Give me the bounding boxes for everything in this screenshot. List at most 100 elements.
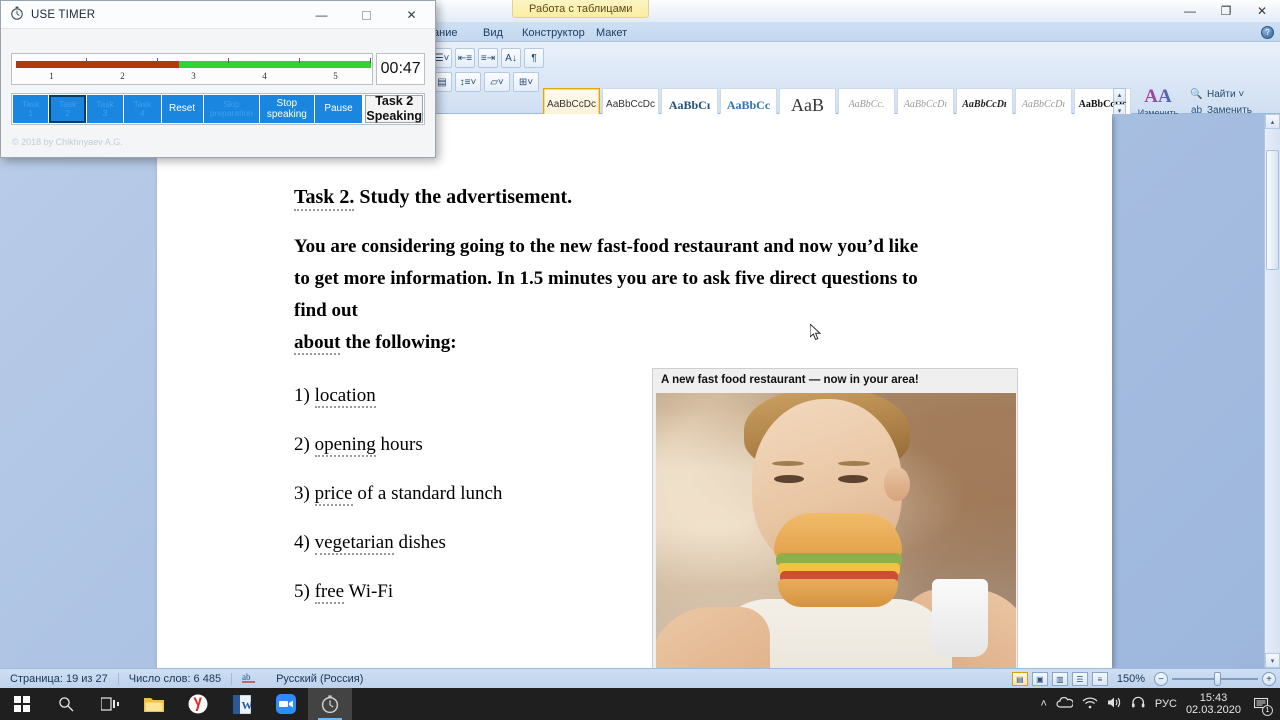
print-layout-icon[interactable]: ▤ xyxy=(1011,672,1028,686)
timer-buttons-panel: Task 1 Task 2 Task 3 Task 4 Reset Skip p… xyxy=(11,93,425,125)
timer-reset-button[interactable]: Reset xyxy=(161,95,203,123)
binoculars-icon: 🔍 xyxy=(1190,88,1203,100)
zoom-in-button[interactable]: + xyxy=(1262,672,1276,686)
paragraph-group: ☰˅ ⇤≡ ≡⇥ A↓ ¶ ▤ ↕≡˅ ▱˅ ⊞˅ xyxy=(432,46,544,104)
task-paragraph-line-4: about the following: xyxy=(294,328,1054,358)
decrease-indent-icon[interactable]: ⇤≡ xyxy=(455,48,475,68)
draft-icon[interactable]: ≡ xyxy=(1091,672,1108,686)
timer-task-2-button[interactable]: Task 2 xyxy=(49,95,86,123)
timer-pause-button[interactable]: Pause xyxy=(314,95,363,123)
volume-icon[interactable] xyxy=(1107,696,1122,712)
timer-task-3-button[interactable]: Task 3 xyxy=(86,95,124,123)
burger-top-bun xyxy=(774,513,902,557)
tray-chevron-icon[interactable]: ˄ xyxy=(1040,698,1046,710)
taskbar-app-use-timer[interactable] xyxy=(308,688,352,720)
word-minimize-button[interactable]: — xyxy=(1172,0,1208,22)
boy-eyebrow-left xyxy=(772,461,804,466)
tray-clock[interactable]: 15:43 02.03.2020 xyxy=(1186,692,1241,716)
sort-icon[interactable]: A↓ xyxy=(501,48,521,68)
timer-stop-speaking-button[interactable]: Stop speaking xyxy=(260,95,314,123)
zoom-slider[interactable] xyxy=(1172,672,1258,686)
web-layout-icon[interactable]: ▥ xyxy=(1051,672,1068,686)
timer-title: USE TIMER xyxy=(31,8,96,21)
timer-task-1-button[interactable]: Task 1 xyxy=(13,95,49,123)
timer-status-display: Task 2 Speaking xyxy=(365,94,423,123)
word-tab-3[interactable]: Макет xyxy=(588,24,635,42)
zoom-level[interactable]: 150% xyxy=(1112,673,1150,685)
zoom-slider-knob[interactable] xyxy=(1214,672,1221,686)
increase-indent-icon[interactable]: ≡⇥ xyxy=(478,48,498,68)
topic-keyword: free xyxy=(314,581,345,604)
zoom-out-button[interactable]: − xyxy=(1154,672,1168,686)
topic-rest: dishes xyxy=(393,532,446,553)
language-indicator[interactable]: Русский (Россия) xyxy=(266,673,373,685)
help-icon[interactable]: ? xyxy=(1261,26,1274,39)
topic-keyword: price xyxy=(314,483,353,506)
word-maximize-button[interactable]: ❐ xyxy=(1208,0,1244,22)
style-sample: AaBbCcDc xyxy=(547,99,596,110)
style-sample: AaBbCcDc xyxy=(606,99,655,110)
progress-tick-label-2: 2 xyxy=(120,71,125,81)
search-icon[interactable] xyxy=(44,688,88,720)
scroll-down-button[interactable]: ▾ xyxy=(1265,653,1280,668)
word-status-bar: Страница: 19 из 27 Число слов: 6 485 ab … xyxy=(0,668,1280,688)
editing-item-0[interactable]: 🔍 Найти ˅ xyxy=(1190,86,1278,102)
timer-progress-bar xyxy=(16,61,371,68)
style-sample: AaBbCc xyxy=(726,98,771,112)
scroll-up-button[interactable]: ▴ xyxy=(1265,114,1280,129)
outline-icon[interactable]: ☰ xyxy=(1071,672,1088,686)
timer-task-4-button[interactable]: Task 4 xyxy=(124,95,161,123)
paragraph-row-2: ▤ ↕≡˅ ▱˅ ⊞˅ xyxy=(432,72,539,92)
line-spacing-icon[interactable]: ↕≡˅ xyxy=(455,72,481,92)
tray-time: 15:43 xyxy=(1199,692,1228,704)
task-paragraph-line-3: find out xyxy=(294,300,358,321)
timer-progress-panel: 1 2 3 4 5 00:47 xyxy=(11,53,425,85)
task-view-icon[interactable] xyxy=(88,688,132,720)
advertisement-caption: A new fast food restaurant — now in your… xyxy=(653,369,1017,391)
about-word: about xyxy=(294,332,341,355)
document-page[interactable]: Task 2. Study the advertisement. You are… xyxy=(157,114,1112,668)
windows-start-icon[interactable] xyxy=(0,688,44,720)
timer-maximize-button[interactable] xyxy=(344,1,389,29)
topic-rest: hours xyxy=(375,434,423,455)
taskbar-app-microsoft-word[interactable]: W xyxy=(220,688,264,720)
topic-number: 5) xyxy=(294,581,315,602)
wifi-icon[interactable] xyxy=(1082,696,1098,712)
tray-language[interactable]: РУС xyxy=(1155,698,1177,710)
boy-eye-right xyxy=(838,475,868,483)
word-tab-1[interactable]: Вид xyxy=(475,24,511,42)
timer-skip-preparation-button[interactable]: Skip preparation xyxy=(203,95,260,123)
use-timer-window[interactable]: USE TIMER — ✕ 12345 00:47 Task 1 Task 2 … xyxy=(0,0,436,158)
progress-tick-label-5: 5 xyxy=(333,71,338,81)
page-indicator[interactable]: Страница: 19 из 27 xyxy=(0,673,118,685)
word-tab-2[interactable]: Конструктор xyxy=(514,24,593,42)
vertical-scrollbar[interactable]: ▴ ▾ xyxy=(1264,114,1280,668)
timer-close-button[interactable]: ✕ xyxy=(389,1,434,29)
topic-rest: of a standard lunch xyxy=(352,483,503,504)
word-count[interactable]: Число слов: 6 485 xyxy=(119,673,231,685)
word-close-button[interactable]: ✕ xyxy=(1244,0,1280,22)
taskbar-app-zoom[interactable] xyxy=(264,688,308,720)
topic-keyword: location xyxy=(314,385,376,408)
progress-tick-4 xyxy=(299,58,300,63)
taskbar-app-yandex-browser[interactable] xyxy=(176,688,220,720)
timer-titlebar[interactable]: USE TIMER — ✕ xyxy=(1,1,435,29)
topic-keyword: opening xyxy=(314,434,376,457)
progress-tick-1 xyxy=(86,58,87,63)
advertisement-figure[interactable]: A new fast food restaurant — now in your… xyxy=(652,368,1018,668)
onedrive-icon[interactable] xyxy=(1056,696,1074,712)
styles-scroll-up-button[interactable]: ▴ xyxy=(1113,88,1126,102)
borders-icon[interactable]: ⊞˅ xyxy=(513,72,539,92)
taskbar-app-file-explorer[interactable] xyxy=(132,688,176,720)
show-marks-icon[interactable]: ¶ xyxy=(524,48,544,68)
notifications-icon[interactable]: 1 xyxy=(1250,693,1273,716)
topic-keyword: vegetarian xyxy=(314,532,394,555)
document-area[interactable]: Task 2. Study the advertisement. You are… xyxy=(0,114,1280,668)
full-screen-icon[interactable]: ▣ xyxy=(1031,672,1048,686)
scrollbar-thumb[interactable] xyxy=(1266,150,1279,270)
timer-progress-track[interactable]: 1 2 3 4 5 xyxy=(11,53,374,85)
shading-icon[interactable]: ▱˅ xyxy=(484,72,510,92)
headset-icon[interactable] xyxy=(1131,696,1146,712)
spellcheck-icon[interactable]: ab xyxy=(232,671,266,686)
timer-minimize-button[interactable]: — xyxy=(299,1,344,29)
